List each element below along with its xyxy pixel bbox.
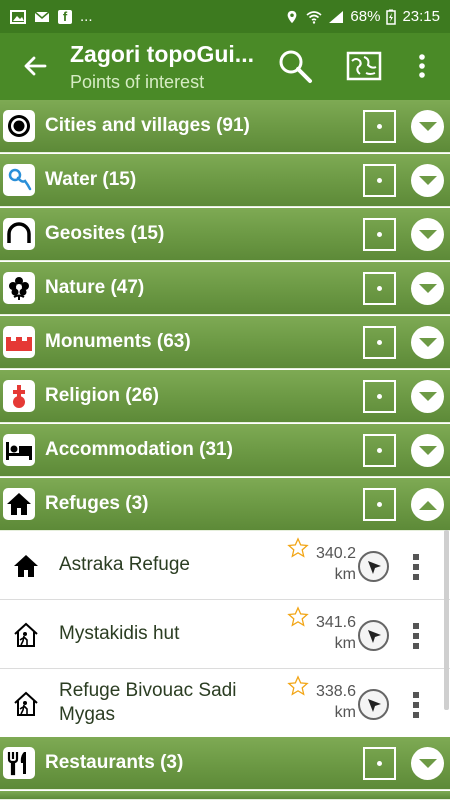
distance: 340.2 km <box>304 543 356 585</box>
battery-percentage: 68% <box>350 8 381 25</box>
distance: 338.6 km <box>304 681 356 723</box>
navigate-arrow-icon[interactable] <box>358 551 389 582</box>
distance: 341.6 km <box>304 612 356 654</box>
category-next-partial <box>0 791 450 800</box>
category-nature[interactable]: Nature (47) <box>0 262 450 315</box>
distance-unit: km <box>334 704 356 721</box>
mail-notification-icon <box>34 10 50 22</box>
category-geosites[interactable]: Geosites (15) <box>0 208 450 261</box>
expand-chevron-icon[interactable] <box>411 380 444 413</box>
item-name: Mystakidis hut <box>59 623 180 644</box>
category-checkbox[interactable] <box>363 164 396 197</box>
castle-wall-icon <box>3 326 35 358</box>
cross-icon <box>3 380 35 412</box>
category-checkbox[interactable] <box>363 110 396 143</box>
scrollbar[interactable] <box>444 530 449 710</box>
overflow-menu-icon[interactable] <box>408 689 424 721</box>
target-circle-icon <box>3 110 35 142</box>
expand-chevron-icon[interactable] <box>411 218 444 251</box>
house-icon <box>3 488 35 520</box>
overflow-menu-icon[interactable] <box>408 551 424 583</box>
category-refuges[interactable]: Refuges (3) <box>0 478 450 531</box>
category-restaurants[interactable]: Restaurants (3) <box>0 737 450 790</box>
category-cities-and-villages[interactable]: Cities and villages (91) <box>0 100 450 153</box>
category-label: Religion (26) <box>45 385 160 406</box>
category-checkbox[interactable] <box>363 434 396 467</box>
back-arrow-icon[interactable] <box>18 49 52 83</box>
app-bar-titles: Zagori topoGui... Points of interest <box>70 41 260 93</box>
category-monuments[interactable]: Monuments (63) <box>0 316 450 369</box>
category-checkbox[interactable] <box>363 488 396 521</box>
distance-value: 341.6 <box>315 614 356 631</box>
category-religion[interactable]: Religion (26) <box>0 370 450 423</box>
arch-icon <box>3 218 35 250</box>
category-label: Nature (47) <box>45 277 145 298</box>
category-label: Geosites (15) <box>45 223 165 244</box>
screen-subtitle: Points of interest <box>70 72 205 92</box>
map-icon[interactable] <box>346 49 382 83</box>
list-item-mystakidis-hut[interactable]: Mystakidis hut 341.6 km <box>0 600 450 669</box>
distance-value: 340.2 <box>315 545 356 562</box>
category-label: Refuges (3) <box>45 493 149 514</box>
facebook-notification-icon: f <box>58 9 72 24</box>
house-icon <box>14 555 38 577</box>
distance-value: 338.6 <box>315 683 356 700</box>
category-label: Restaurants (3) <box>45 752 184 773</box>
category-checkbox[interactable] <box>363 326 396 359</box>
list-item-refuge-bivouac-sadi-mygas[interactable]: Refuge Bivouac Sadi Mygas 338.6 km <box>0 669 450 738</box>
category-checkbox[interactable] <box>363 380 396 413</box>
distance-unit: km <box>334 566 356 583</box>
search-icon[interactable] <box>276 47 314 85</box>
hut-icon <box>14 691 38 716</box>
expand-chevron-icon[interactable] <box>411 164 444 197</box>
category-checkbox[interactable] <box>363 218 396 251</box>
location-icon <box>288 10 297 23</box>
status-bar: f ... 68% 23:15 <box>0 0 450 33</box>
category-label: Accommodation (31) <box>45 439 233 460</box>
expand-chevron-icon[interactable] <box>411 110 444 143</box>
fork-knife-icon <box>3 747 35 779</box>
category-checkbox[interactable] <box>363 272 396 305</box>
list-item-astraka-refuge[interactable]: Astraka Refuge 340.2 km <box>0 531 450 600</box>
app-title: Zagori topoGui... <box>70 41 254 67</box>
wifi-icon <box>306 10 322 24</box>
water-pin-icon <box>3 164 35 196</box>
overflow-menu-icon[interactable] <box>408 620 424 652</box>
distance-unit: km <box>334 635 356 652</box>
clock-time: 23:15 <box>402 8 440 25</box>
image-notification-icon <box>10 9 26 24</box>
expand-chevron-icon[interactable] <box>411 747 444 780</box>
collapse-chevron-icon[interactable] <box>411 488 444 521</box>
signal-icon <box>329 10 344 23</box>
app-bar: Zagori topoGui... Points of interest <box>0 33 450 100</box>
expand-chevron-icon[interactable] <box>411 272 444 305</box>
navigate-arrow-icon[interactable] <box>358 689 389 720</box>
item-name: Refuge Bivouac Sadi Mygas <box>59 680 237 725</box>
category-label: Water (15) <box>45 169 137 190</box>
overflow-menu-icon[interactable] <box>412 50 432 82</box>
more-notifications: ... <box>80 8 93 25</box>
hut-icon <box>14 622 38 647</box>
category-checkbox[interactable] <box>363 747 396 780</box>
category-label: Cities and villages (91) <box>45 115 250 136</box>
expand-chevron-icon[interactable] <box>411 326 444 359</box>
navigate-arrow-icon[interactable] <box>358 620 389 651</box>
item-name: Astraka Refuge <box>59 554 190 575</box>
category-accommodation[interactable]: Accommodation (31) <box>0 424 450 477</box>
battery-charging-icon <box>386 9 397 25</box>
category-water[interactable]: Water (15) <box>0 154 450 207</box>
flower-icon <box>3 272 35 304</box>
bed-icon <box>3 434 35 466</box>
expand-chevron-icon[interactable] <box>411 434 444 467</box>
category-label: Monuments (63) <box>45 331 191 352</box>
